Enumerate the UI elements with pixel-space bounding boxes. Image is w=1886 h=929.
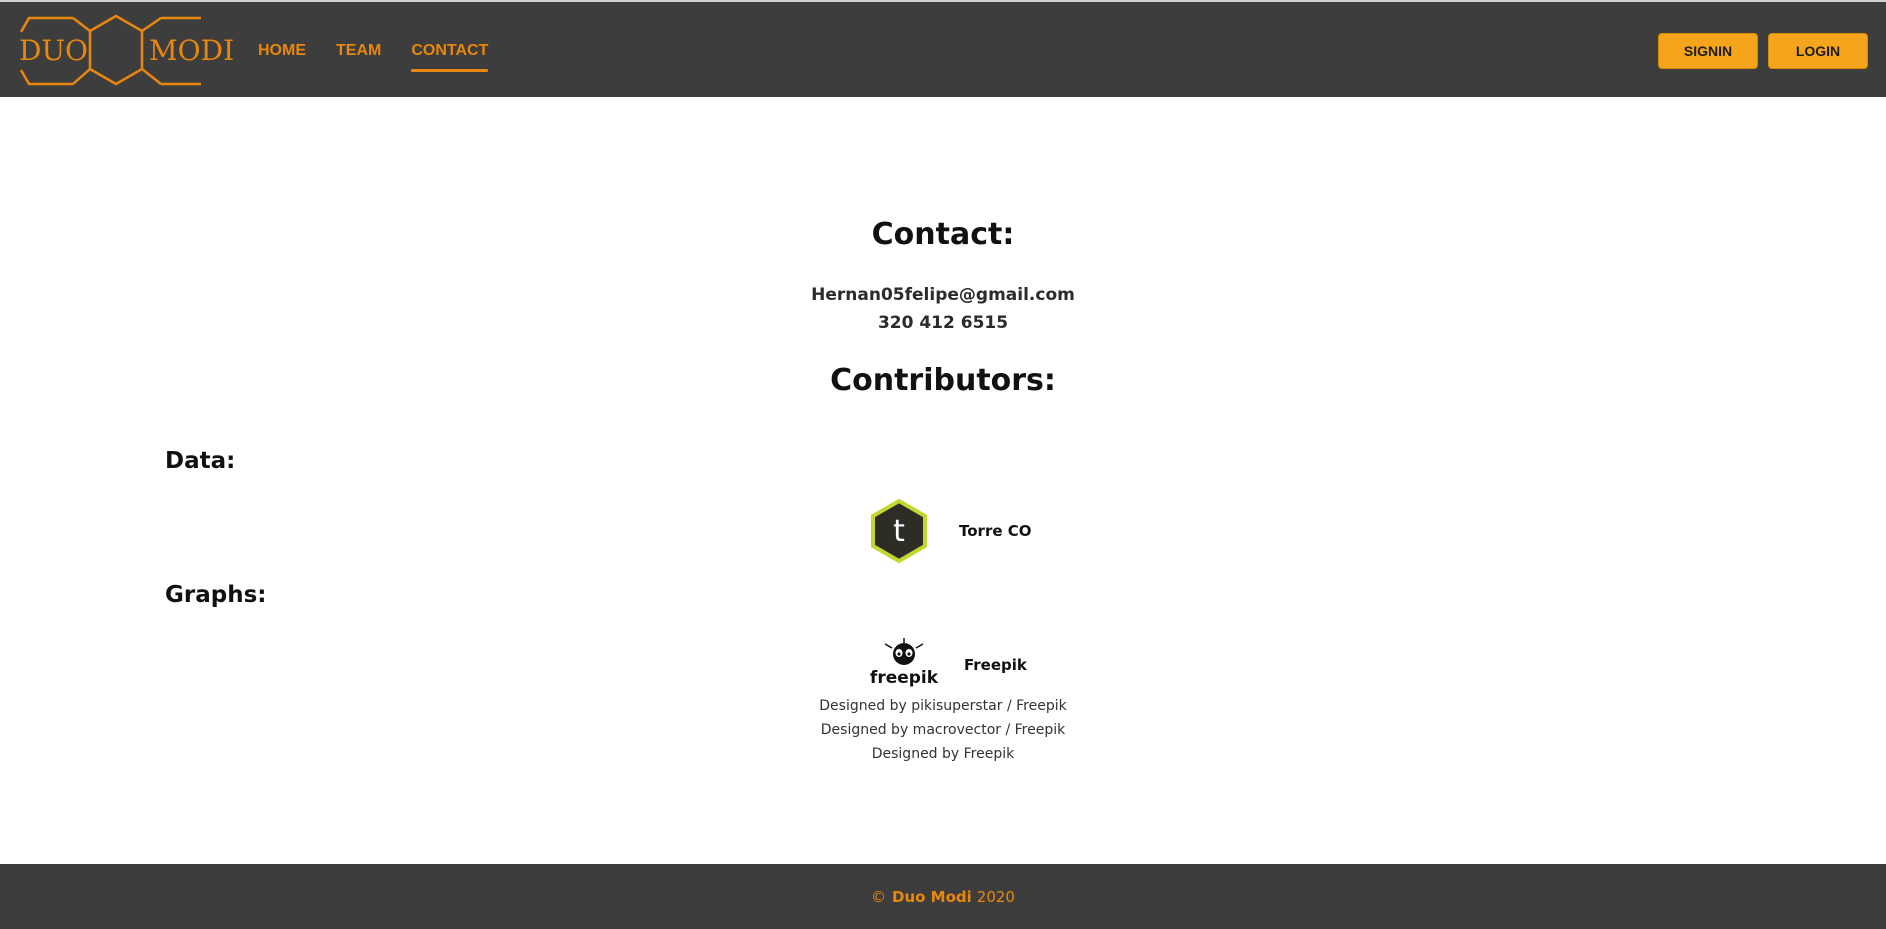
login-button[interactable]: LOGIN bbox=[1768, 33, 1868, 69]
data-section-label: Data: bbox=[165, 448, 236, 474]
contact-email: Hernan05felipe@gmail.com bbox=[811, 285, 1075, 305]
contact-page-content: Contact: Hernan05felipe@gmail.com 320 41… bbox=[0, 97, 1886, 864]
contact-heading: Contact: bbox=[871, 217, 1015, 252]
credit-line: Designed by macrovector / Freepik bbox=[820, 722, 1066, 738]
footer: © Duo Modi 2020 bbox=[0, 864, 1886, 929]
graphs-section-label: Graphs: bbox=[165, 582, 267, 608]
top-navbar: DUO MODI HOME TEAM CONTACT SIGNIN LOGIN bbox=[0, 0, 1886, 97]
logo-text-left: DUO bbox=[19, 34, 89, 67]
logo-text-right: MODI bbox=[149, 34, 235, 67]
contact-phone: 320 412 6515 bbox=[877, 313, 1009, 333]
signin-button[interactable]: SIGNIN bbox=[1658, 33, 1758, 69]
duo-modi-logo[interactable]: DUO MODI bbox=[16, 14, 234, 88]
footer-year: 2020 bbox=[976, 887, 1015, 906]
contributors-heading: Contributors: bbox=[830, 363, 1056, 398]
nav-home[interactable]: HOME bbox=[258, 40, 306, 62]
credit-line: Designed by Freepik bbox=[871, 746, 1015, 762]
copyright-symbol: © bbox=[871, 887, 887, 906]
torre-contributor-name: Torre CO bbox=[959, 522, 1032, 540]
torre-logo-icon[interactable]: t bbox=[870, 499, 928, 563]
torre-logo-letter: t bbox=[893, 514, 905, 549]
footer-brand: Duo Modi bbox=[892, 887, 972, 906]
main-nav: HOME TEAM CONTACT bbox=[258, 40, 518, 72]
credit-line: Designed by pikisuperstar / Freepik bbox=[819, 698, 1067, 714]
nav-team[interactable]: TEAM bbox=[336, 40, 381, 62]
freepik-contributor-name: Freepik bbox=[964, 656, 1027, 674]
freepik-logo-text: freepik bbox=[870, 668, 938, 687]
nav-contact[interactable]: CONTACT bbox=[411, 40, 489, 72]
freepik-logo-icon[interactable]: freepik bbox=[870, 637, 938, 687]
